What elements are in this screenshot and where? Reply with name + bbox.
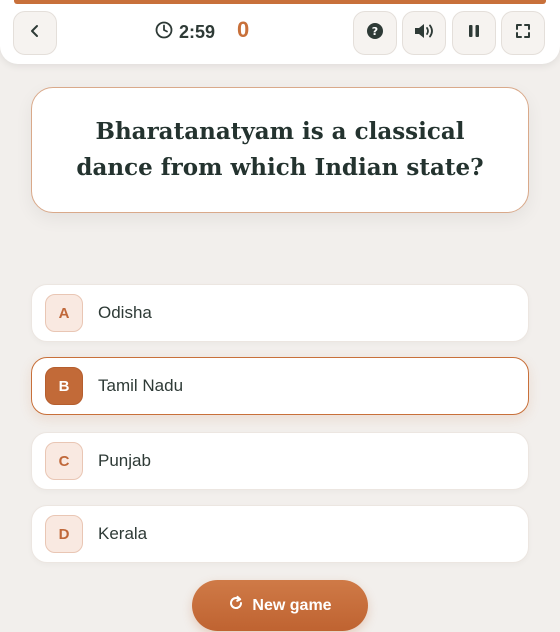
new-game-button[interactable]: New game	[192, 580, 368, 631]
answer-option-c[interactable]: C Punjab	[31, 432, 529, 490]
timer: 2:59	[155, 20, 215, 44]
answer-letter: A	[45, 294, 83, 332]
speaker-icon	[413, 22, 435, 45]
answer-label: Odisha	[98, 303, 152, 322]
answer-option-a[interactable]: A Odisha	[31, 284, 529, 342]
answer-letter: B	[45, 367, 83, 405]
answer-option-b[interactable]: B Tamil Nadu	[31, 357, 529, 415]
answer-letter: C	[45, 442, 83, 480]
clock-icon	[155, 21, 173, 44]
pause-icon	[467, 23, 481, 44]
sound-button[interactable]	[402, 11, 446, 55]
chevron-left-icon	[27, 23, 43, 44]
fullscreen-icon	[515, 23, 531, 44]
timer-value: 2:59	[179, 21, 216, 42]
pause-button[interactable]	[452, 11, 496, 55]
help-icon: ?	[366, 22, 384, 45]
answer-option-d[interactable]: D Kerala	[31, 505, 529, 563]
question-card: Bharatanatyam is a classical dance from …	[31, 87, 529, 213]
help-button[interactable]: ?	[353, 11, 397, 55]
new-game-label: New game	[252, 596, 332, 614]
score-value: 0	[237, 17, 250, 42]
answer-letter: D	[45, 515, 83, 553]
answer-label: Kerala	[98, 524, 148, 543]
fullscreen-button[interactable]	[501, 11, 545, 55]
back-button[interactable]	[13, 11, 57, 55]
answer-label: Tamil Nadu	[98, 376, 184, 395]
top-accent-bar	[14, 0, 546, 4]
restart-icon	[228, 595, 244, 616]
answer-label: Punjab	[98, 451, 151, 470]
top-bar: 2:59 0 ?	[0, 0, 560, 64]
question-text: Bharatanatyam is a classical dance from …	[76, 118, 484, 181]
svg-text:?: ?	[372, 25, 378, 38]
